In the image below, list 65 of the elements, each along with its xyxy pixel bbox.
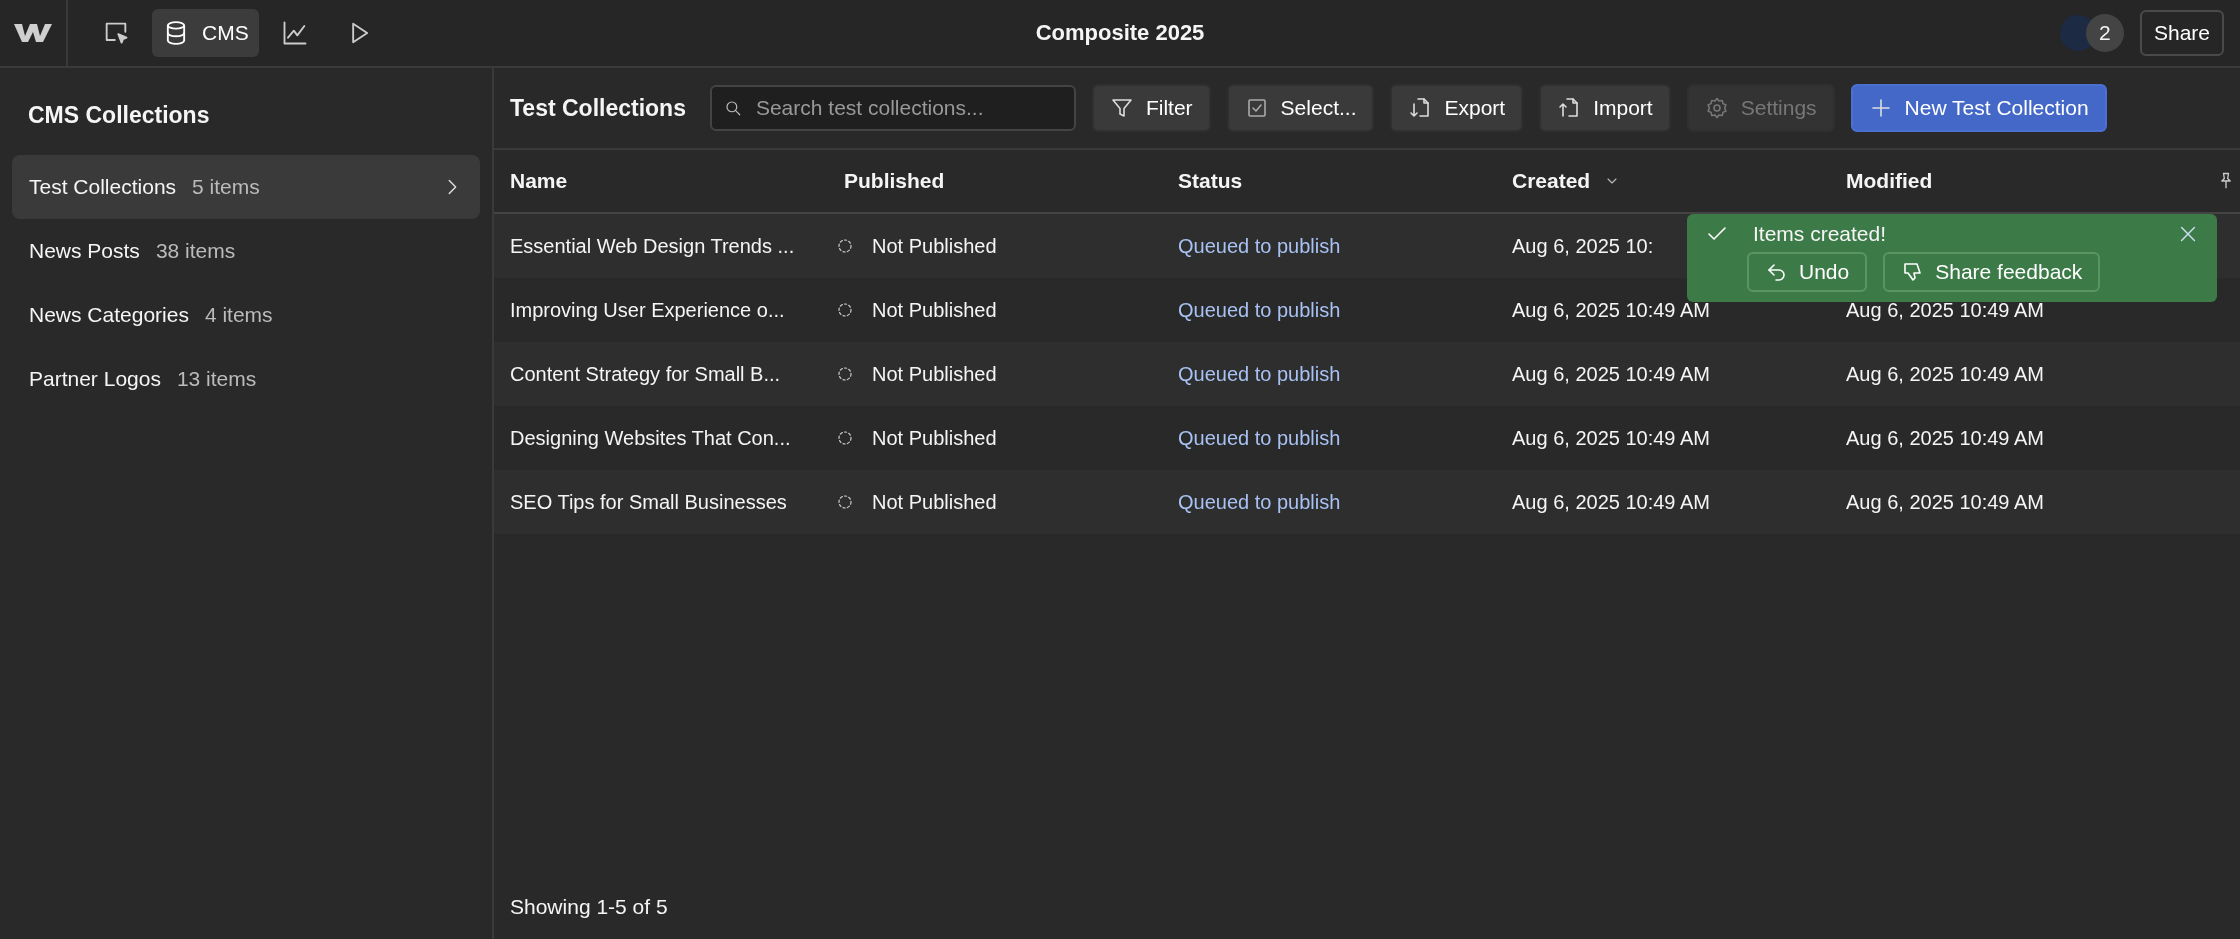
published-cell: Not Published — [872, 234, 997, 258]
cms-tab[interactable]: CMS — [152, 9, 259, 57]
item-count: 38 items — [155, 239, 236, 263]
name-cell-text: Content Strategy for Small B... — [509, 362, 782, 386]
toast-message: Items created! — [1753, 222, 1887, 246]
logo-icon[interactable] — [14, 21, 52, 45]
feedback-button[interactable]: Share feedback — [1883, 252, 2101, 292]
dashed-circle-icon — [836, 493, 854, 511]
column-header[interactable]: Created — [1512, 169, 1591, 193]
name-cell-text: Designing Websites That Con... — [509, 426, 792, 450]
published-cell: Not Published — [872, 298, 997, 322]
export-button[interactable]: Export — [1390, 84, 1524, 132]
published-cell: Not Published — [872, 490, 997, 514]
created-cell: Aug 6, 2025 10:49 AM — [1512, 490, 1710, 513]
created-cell: Aug 6, 2025 10:49 AM — [1512, 298, 1710, 321]
select-button[interactable]: Select... — [1226, 84, 1375, 132]
modified-cell-text: Aug 6, 2025 10:49 AM — [1845, 490, 2045, 514]
collaborator-count: 2 — [2085, 14, 2124, 52]
item-count: 4 items — [204, 303, 273, 327]
name-cell-text: SEO Tips for Small Businesses — [509, 490, 788, 514]
pagination-summary: Showing 1-5 of 5 — [509, 895, 669, 920]
collection-item[interactable]: Partner Logos 13 items — [12, 347, 480, 411]
created-cell: Aug 6, 2025 10: — [1512, 234, 1654, 257]
item-count: 13 items — [176, 367, 257, 391]
modified-cell-text: Aug 6, 2025 10:49 AM — [1845, 362, 2045, 386]
collection-name: News Posts — [29, 239, 140, 263]
share-button[interactable]: Share — [2139, 10, 2224, 56]
filter-icon — [1109, 96, 1134, 120]
column-header[interactable]: Name — [510, 169, 568, 193]
column-header[interactable]: Published — [844, 169, 945, 193]
modified-cell-text: Aug 6, 2025 10:49 AM — [1845, 426, 2045, 450]
collection-title: Test Collections — [510, 94, 686, 122]
dashed-circle-icon — [836, 429, 854, 447]
collection-item[interactable]: News Categories 4 items — [12, 283, 480, 347]
collection-item[interactable]: Test Collections 5 items — [12, 155, 480, 219]
column-header[interactable]: Modified — [1846, 169, 1933, 193]
created-cell: Aug 6, 2025 10:49 AM — [1512, 362, 1710, 385]
name-cell-text: Improving User Experience o... — [509, 298, 786, 322]
undo-button[interactable]: Undo — [1747, 252, 1868, 292]
import-button[interactable]: Import — [1539, 84, 1671, 132]
created-cell: Aug 6, 2025 10:49 AM — [1512, 426, 1710, 449]
dashed-circle-icon — [836, 301, 854, 319]
collection-name: News Categories — [29, 303, 189, 327]
dashed-circle-icon — [836, 365, 854, 383]
status-cell-text: Queued to publish — [1177, 234, 1342, 258]
dashed-circle-icon — [836, 237, 854, 255]
gear-icon — [1704, 96, 1729, 120]
collection-name: Partner Logos — [29, 367, 161, 391]
published-cell: Not Published — [872, 362, 997, 386]
modified-cell-text: Aug 6, 2025 10:49 AM — [1845, 298, 2045, 322]
collection-name: Test Collections — [29, 175, 177, 199]
name-cell-text: Essential Web Design Trends ... — [509, 234, 796, 258]
new-button[interactable]: New Test Collection — [1850, 84, 2107, 132]
collection-item[interactable]: News Posts 38 items — [12, 219, 480, 283]
filter-button[interactable]: Filter — [1091, 84, 1211, 132]
status-cell-text: Queued to publish — [1177, 490, 1342, 514]
project-title: Composite 2025 — [1035, 20, 1205, 45]
sidebar-title: CMS Collections — [27, 101, 211, 130]
column-header[interactable]: Status — [1178, 169, 1243, 193]
status-cell-text: Queued to publish — [1177, 362, 1342, 386]
status-cell-text: Queued to publish — [1177, 298, 1342, 322]
status-cell-text: Queued to publish — [1177, 426, 1342, 450]
search-field[interactable]: Search test collections... — [709, 85, 1076, 131]
published-cell: Not Published — [872, 426, 997, 450]
item-count: 5 items — [192, 175, 260, 199]
